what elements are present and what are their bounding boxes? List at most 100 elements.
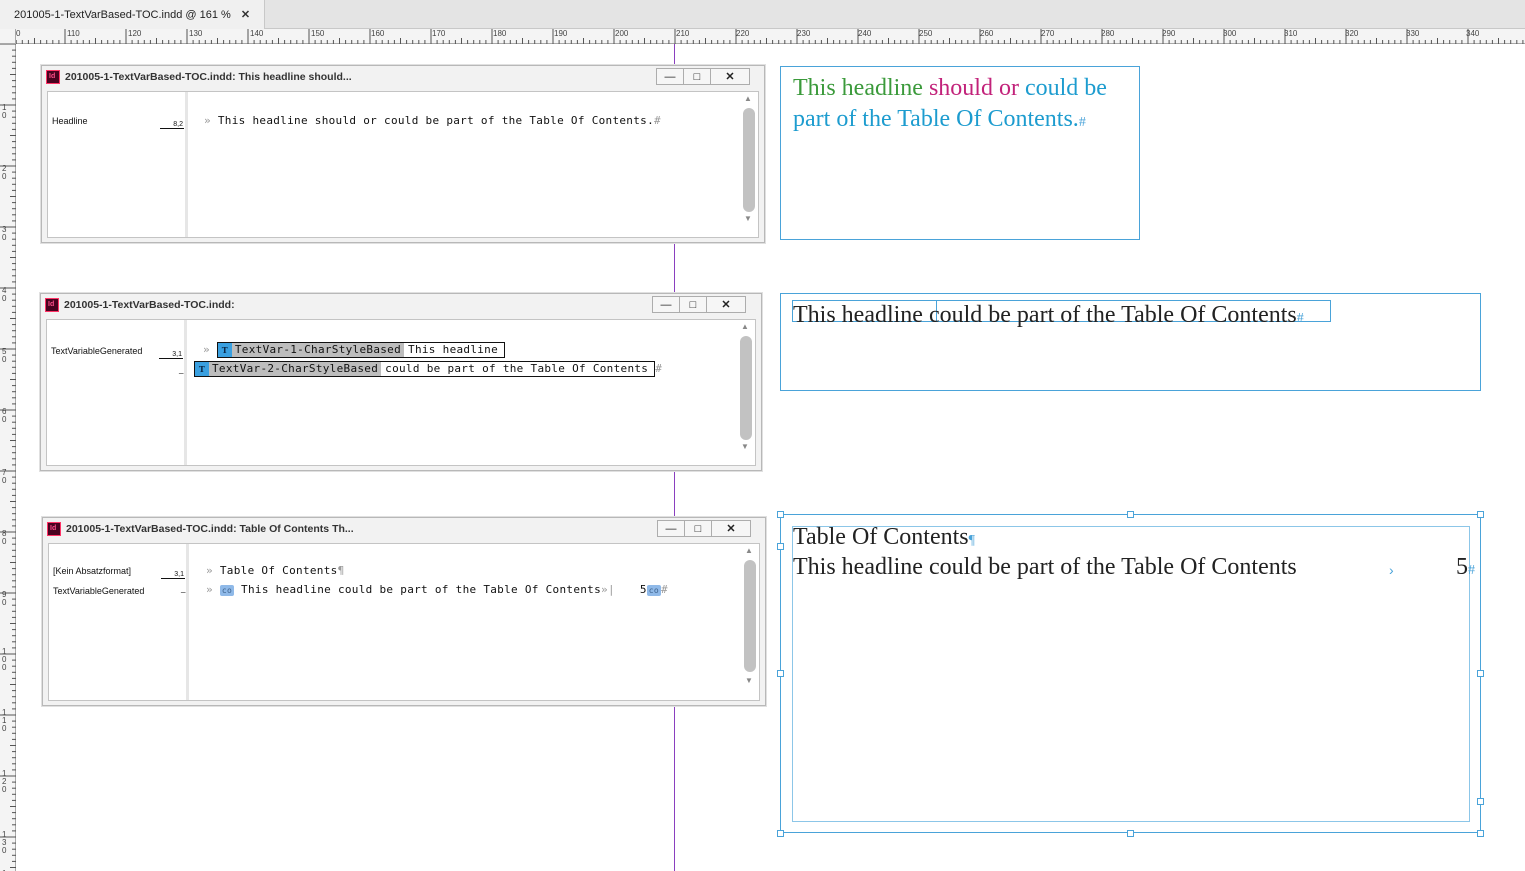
- maximize-button[interactable]: □: [684, 520, 712, 537]
- vertical-scrollbar[interactable]: ▲ ▼: [739, 322, 753, 461]
- frame-page-number[interactable]: 5#: [1456, 554, 1475, 581]
- ruler-label: 130: [2, 830, 7, 855]
- frame-text-line-1[interactable]: This headline should or could be: [793, 75, 1107, 102]
- ruler-label: 200: [615, 29, 629, 38]
- frame-text-line[interactable]: This headline could be part of the Table…: [793, 302, 1304, 329]
- text-variable-icon: T: [217, 343, 232, 357]
- text-frame-toc[interactable]: Table Of Contents¶ This headline could b…: [777, 511, 1484, 837]
- ruler-label: 50: [2, 347, 7, 364]
- story-text[interactable]: This headline could be part of the Table…: [241, 583, 601, 596]
- end-of-story-marker: #: [661, 583, 668, 596]
- text-segment-magenta: should or: [928, 75, 1025, 101]
- scroll-down-icon[interactable]: ▼: [744, 214, 752, 223]
- horizontal-ruler[interactable]: 0 110 120 130 140 150 160 170 180 190 20…: [16, 29, 1525, 44]
- vertical-scrollbar[interactable]: ▲ ▼: [743, 546, 757, 696]
- frame-text-line-2[interactable]: This headline could be part of the Table…: [793, 554, 1297, 581]
- scroll-up-icon[interactable]: ▲: [744, 94, 752, 103]
- story-editor-window-1[interactable]: 201005-1-TextVarBased-TOC.indd: This hea…: [41, 65, 765, 243]
- ruler-label: 250: [919, 29, 933, 38]
- line-depth: 8,2: [160, 121, 184, 129]
- close-tab-icon[interactable]: ✕: [241, 8, 250, 21]
- line-depth: 3,1: [159, 351, 183, 359]
- scroll-thumb[interactable]: [743, 108, 755, 212]
- paragraph-marker: ¶: [968, 533, 975, 548]
- story-text-line[interactable]: T TextVar-2-CharStyleBased could be part…: [194, 361, 662, 377]
- vertical-ruler[interactable]: 10 20 30 40 50 60 70 80 90 100 110 120 1…: [0, 44, 16, 871]
- story-editor-window-2[interactable]: 201005-1-TextVarBased-TOC.indd: — □ ✕ Te…: [40, 293, 762, 471]
- story-editor-window-3[interactable]: 201005-1-TextVarBased-TOC.indd: Table Of…: [42, 517, 766, 706]
- selection-handle[interactable]: [1477, 830, 1484, 837]
- text-variable-1[interactable]: T TextVar-1-CharStyleBased This headline: [216, 342, 506, 358]
- selection-handle[interactable]: [1127, 830, 1134, 837]
- page-number[interactable]: 5: [640, 583, 647, 596]
- close-button[interactable]: ✕: [711, 520, 751, 537]
- line-depth: 3,1: [161, 571, 185, 579]
- indesign-logo-icon: [46, 70, 60, 84]
- cross-reference-icon[interactable]: co: [646, 584, 661, 596]
- ruler-label: 340: [1466, 29, 1480, 38]
- story-text-line[interactable]: » co This headline could be part of the …: [206, 583, 668, 596]
- horizontal-ruler-ticks: [16, 29, 1524, 44]
- text-variable-2[interactable]: T TextVar-2-CharStyleBased could be part…: [194, 361, 656, 377]
- selection-handle[interactable]: [777, 511, 784, 518]
- window-controls: — □ ✕: [656, 68, 750, 85]
- selection-handle[interactable]: [1477, 670, 1484, 677]
- document-tab[interactable]: 201005-1-TextVarBased-TOC.indd @ 161 % ✕: [0, 0, 265, 29]
- ruler-label: 100: [2, 647, 7, 672]
- scroll-thumb[interactable]: [744, 560, 756, 672]
- scroll-down-icon[interactable]: ▼: [741, 442, 749, 451]
- story-text[interactable]: Table Of Contents: [220, 564, 338, 577]
- selection-handle[interactable]: [1477, 511, 1484, 518]
- ruler-label: 40: [2, 286, 7, 303]
- minimize-button[interactable]: —: [656, 68, 684, 85]
- ruler-label: 280: [1101, 29, 1115, 38]
- text-variable-name: TextVar-1-CharStyleBased: [231, 343, 405, 357]
- document-tab-title: 201005-1-TextVarBased-TOC.indd @ 161 %: [14, 8, 231, 21]
- indent-marker-icon: »: [203, 343, 210, 356]
- ruler-label: 10: [2, 103, 7, 120]
- scroll-thumb[interactable]: [740, 336, 752, 440]
- window-controls: — □ ✕: [652, 296, 746, 313]
- ruler-label: 310: [1284, 29, 1298, 38]
- close-button[interactable]: ✕: [706, 296, 746, 313]
- text-frame-headline[interactable]: This headline should or could be part of…: [780, 66, 1140, 240]
- ruler-origin[interactable]: [0, 29, 16, 44]
- selection-handle[interactable]: [1127, 511, 1134, 518]
- frame-text: This headline could be part of the Table…: [793, 302, 1297, 328]
- ruler-label: 110: [67, 29, 80, 38]
- scroll-down-icon[interactable]: ▼: [745, 676, 753, 685]
- text-frame-generated[interactable]: This headline could be part of the Table…: [780, 293, 1481, 391]
- story-text-line[interactable]: » This headline should or could be part …: [204, 114, 661, 127]
- selection-handle[interactable]: [777, 670, 784, 677]
- story-editor-body[interactable]: Headline 8,2 » This headline should or c…: [47, 91, 759, 238]
- story-editor-body[interactable]: [Kein Absatzformat] 3,1 TextVariableGene…: [48, 543, 760, 701]
- ruler-label: 120: [128, 29, 142, 38]
- cross-reference-icon[interactable]: co: [219, 584, 235, 596]
- end-of-story-marker: #: [655, 362, 663, 375]
- story-text[interactable]: This headline should or could be part of…: [218, 114, 654, 127]
- maximize-button[interactable]: □: [683, 68, 711, 85]
- end-of-story-marker: #: [1078, 115, 1086, 130]
- story-text-line[interactable]: » T TextVar-1-CharStyleBased This headli…: [203, 342, 506, 358]
- maximize-button[interactable]: □: [679, 296, 707, 313]
- out-port-handle[interactable]: [1477, 798, 1484, 805]
- in-port-handle[interactable]: [777, 543, 784, 550]
- scroll-up-icon[interactable]: ▲: [741, 322, 749, 331]
- style-name-column: [Kein Absatzformat] 3,1 TextVariableGene…: [49, 544, 189, 700]
- ruler-label: 300: [1223, 29, 1237, 38]
- text-variable-value: could be part of the Table Of Contents: [385, 362, 649, 375]
- story-editor-body[interactable]: TextVariableGenerated 3,1 _ » T TextVar-…: [46, 319, 756, 466]
- minimize-button[interactable]: —: [652, 296, 680, 313]
- vertical-scrollbar[interactable]: ▲ ▼: [742, 94, 756, 233]
- ruler-label: 180: [493, 29, 507, 38]
- scroll-up-icon[interactable]: ▲: [745, 546, 753, 555]
- selection-handle[interactable]: [777, 830, 784, 837]
- end-of-story-marker: #: [1296, 311, 1304, 326]
- ruler-label: 330: [1406, 29, 1420, 38]
- frame-text-line-2[interactable]: part of the Table Of Contents.#: [793, 106, 1086, 133]
- tab-marker-icon: »|: [601, 583, 615, 596]
- frame-text-line-1[interactable]: Table Of Contents¶: [793, 524, 975, 551]
- story-text-line[interactable]: » Table Of Contents¶: [206, 564, 345, 577]
- minimize-button[interactable]: —: [657, 520, 685, 537]
- close-button[interactable]: ✕: [710, 68, 750, 85]
